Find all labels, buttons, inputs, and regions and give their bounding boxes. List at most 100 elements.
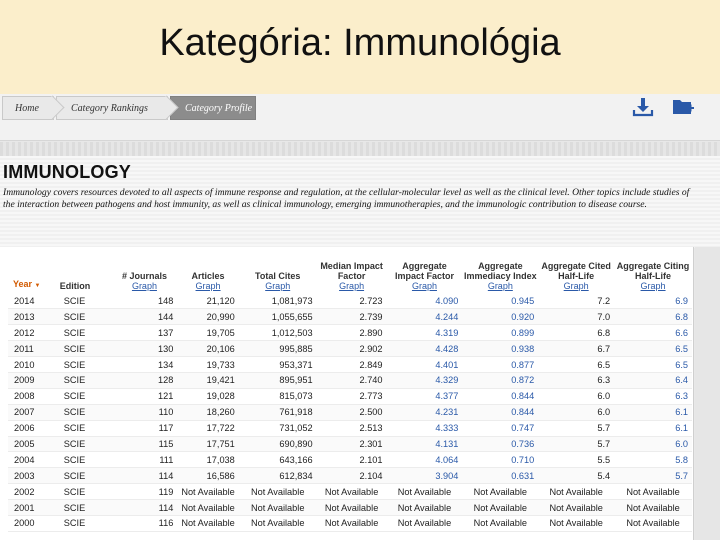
table-cell: 6.1 (614, 420, 692, 437)
table-cell: SCIE (59, 451, 112, 469)
table-cell: 2003 (8, 467, 60, 485)
table-cell: 0.899 (462, 324, 539, 342)
category-description: Immunology covers resources devoted to a… (3, 187, 690, 210)
table-row: 2002 SCIE 119 Not Available Not Available Not… (8, 483, 692, 501)
table-cell: Not Available (177, 499, 239, 516)
aggregate-if-graph-link[interactable]: Graph (387, 281, 463, 291)
category-title: IMMUNOLOGY (3, 162, 131, 182)
table-cell: SCIE (59, 404, 112, 421)
table-cell: 2.500 (316, 404, 387, 421)
immediacy-graph-link[interactable]: Graph (462, 281, 538, 291)
table-row: 2000 SCIE 116 Not Available Not Available Not… (8, 515, 692, 532)
table-cell: 2011 (8, 340, 60, 358)
table-cell: 2.890 (316, 324, 387, 342)
scrollbar[interactable] (695, 247, 720, 540)
table-cell: 2.902 (316, 340, 387, 358)
table-cell: 4.377 (386, 388, 463, 405)
table-cell: 5.7 (538, 436, 615, 453)
table-cell: 6.5 (614, 340, 692, 358)
download-icon[interactable] (631, 96, 655, 118)
total-cites-graph-link[interactable]: Graph (239, 281, 317, 291)
col-edition: Edition (59, 281, 91, 291)
table-cell: 761,918 (238, 404, 317, 421)
table-cell: 19,705 (177, 324, 239, 342)
table-cell: 4.319 (386, 324, 463, 342)
table-cell: 0.631 (462, 467, 539, 485)
table-cell: 2010 (8, 356, 60, 373)
table-cell: 6.7 (538, 340, 615, 358)
table-row: 2014 SCIE 148 21,120 1,081,973 2.723 4.090 0.94… (8, 293, 692, 310)
table-cell: 6.4 (614, 372, 692, 389)
table-cell: 17,038 (177, 451, 239, 469)
table-cell: 7.2 (538, 293, 615, 310)
table-cell: Not Available (238, 499, 317, 516)
table-cell: 0.710 (462, 451, 539, 469)
breadcrumb-category-profile[interactable]: Category Profile (170, 96, 256, 120)
table-cell: 4.428 (386, 340, 463, 358)
table-cell: Not Available (238, 483, 317, 501)
table-cell: 612,834 (238, 467, 317, 485)
table-row: 2004 SCIE 111 17,038 643,166 2.101 4.064 0.710 5… (8, 451, 692, 469)
table-cell: 2.301 (316, 436, 387, 453)
table-body: 2014 SCIE 148 21,120 1,081,973 2.723 4.090 0.94… (8, 293, 692, 532)
table-cell: SCIE (59, 308, 112, 326)
table-cell: Not Available (386, 483, 463, 501)
table-row: 2003 SCIE 114 16,586 612,834 2.104 3.904 0.631 5… (8, 467, 692, 485)
cited-half-life-graph-link[interactable]: Graph (538, 281, 614, 291)
table-row: 2009 SCIE 128 19,421 895,951 2.740 4.329 0.872 6… (8, 372, 692, 389)
table-cell: 114 (111, 467, 178, 485)
table-cell: 6.9 (614, 293, 692, 310)
table-cell: 148 (111, 293, 178, 310)
table-cell: 2.849 (316, 356, 387, 373)
slide-title: Kategória: Immunológia (159, 22, 561, 64)
table-cell: 6.3 (614, 388, 692, 405)
table-cell: 119 (111, 483, 178, 501)
citing-half-life-graph-link[interactable]: Graph (614, 281, 692, 291)
table-cell: 2007 (8, 404, 60, 421)
journals-graph-link[interactable]: Graph (112, 281, 178, 291)
col-aggregate-impact-factor: Aggregate Impact Factor Graph (387, 253, 463, 293)
table-row: 2013 SCIE 144 20,990 1,055,655 2.739 4.244 0.92… (8, 308, 692, 326)
table-cell: 19,421 (177, 372, 239, 389)
table-cell: 0.747 (462, 420, 539, 437)
table-cell: Not Available (538, 515, 615, 532)
add-folder-icon[interactable] (671, 96, 695, 118)
table-cell: Not Available (316, 483, 387, 501)
table-cell: 2.740 (316, 372, 387, 389)
articles-graph-link[interactable]: Graph (177, 281, 238, 291)
table-row: 2011 SCIE 130 20,106 995,885 2.902 4.428 0.938 6… (8, 340, 692, 358)
table-cell: 5.8 (614, 451, 692, 469)
table-cell: 4.231 (386, 404, 463, 421)
median-if-graph-link[interactable]: Graph (317, 281, 387, 291)
table-cell: 2.723 (316, 293, 387, 310)
breadcrumb-category-rankings[interactable]: Category Rankings (56, 96, 168, 120)
toolbar: Home Category Rankings Category Profile (0, 94, 720, 141)
col-year[interactable]: Year ▼ (8, 253, 60, 293)
jcr-screenshot: Home Category Rankings Category Profile … (0, 94, 720, 540)
table-cell: 5.7 (614, 467, 692, 485)
table-cell: 2.773 (316, 388, 387, 405)
table-cell: 953,371 (238, 356, 317, 373)
table-row: 2008 SCIE 121 19,028 815,073 2.773 4.377 0.844 6… (8, 388, 692, 405)
table-cell: 2001 (8, 499, 60, 516)
table-cell: 2013 (8, 308, 60, 326)
table-cell: 2006 (8, 420, 60, 437)
category-trend-table: Year ▼ Edition # Journals Graph Articles G… (8, 253, 692, 532)
table-cell: 4.244 (386, 308, 463, 326)
table-cell: 1,055,655 (238, 308, 317, 326)
breadcrumb-home[interactable]: Home (2, 96, 54, 120)
table-cell: 110 (111, 404, 178, 421)
category-header: IMMUNOLOGY Immunology covers resources d… (0, 156, 720, 248)
table-cell: 3.904 (386, 467, 463, 485)
table-cell: 121 (111, 388, 178, 405)
table-cell: 144 (111, 308, 178, 326)
table-cell: 5.4 (538, 467, 615, 485)
table-cell: 2009 (8, 372, 60, 389)
table-cell: Not Available (538, 483, 615, 501)
table-cell: 2012 (8, 324, 60, 342)
table-cell: 19,028 (177, 388, 239, 405)
table-cell: Not Available (462, 499, 539, 516)
table-cell: SCIE (59, 483, 112, 501)
table-cell: 995,885 (238, 340, 317, 358)
table-cell: 17,751 (177, 436, 239, 453)
